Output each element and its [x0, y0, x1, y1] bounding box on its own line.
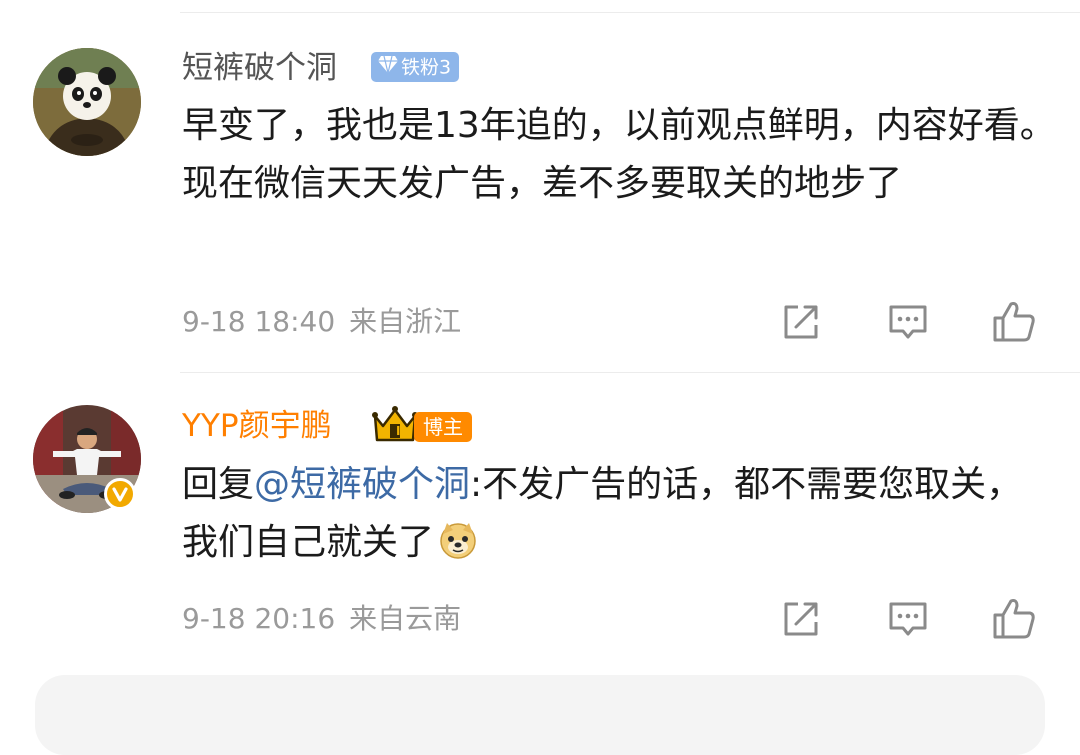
comment-date: 9-18 20:16 [182, 602, 336, 635]
sub-reply-box[interactable] [35, 675, 1045, 755]
username[interactable]: 短裤破个洞 [182, 48, 337, 88]
comment-icon [889, 602, 927, 636]
mention-link[interactable]: @短裤破个洞 [254, 464, 470, 505]
comment-location: 来自云南 [349, 602, 462, 635]
doge-emoji-icon [438, 520, 478, 578]
blogger-badge[interactable]: 博主 [414, 412, 472, 442]
comment-meta: 9-18 18:40 来自浙江 [182, 302, 461, 342]
share-icon [784, 305, 818, 339]
share-button[interactable] [779, 300, 823, 344]
like-button[interactable] [991, 595, 1035, 639]
panda-avatar-icon [33, 48, 141, 156]
top-divider [180, 12, 1080, 13]
avatar[interactable] [33, 48, 141, 156]
comment-date: 9-18 18:40 [182, 305, 336, 338]
like-button[interactable] [991, 298, 1035, 342]
comment-location: 来自浙江 [349, 305, 462, 338]
diamond-icon [377, 53, 399, 83]
crown-level: II [396, 424, 405, 438]
crown-icon [371, 404, 419, 448]
fan-badge[interactable]: 铁粉3 [371, 52, 460, 83]
comment-meta: 9-18 20:16 来自云南 [182, 599, 461, 639]
comment-button[interactable] [886, 597, 930, 641]
comment-text: 回复@短裤破个洞:不发广告的话，都不需要您取关，我们自己就关了 [182, 456, 1057, 578]
fan-badge-label: 铁粉3 [401, 56, 452, 79]
comment-button[interactable] [886, 300, 930, 344]
comment-icon [889, 305, 927, 339]
reply-prefix: 回复 [182, 464, 255, 505]
like-icon [993, 599, 1035, 639]
share-icon [784, 602, 818, 636]
comment-divider [180, 372, 1080, 373]
verified-v-icon [104, 478, 136, 510]
like-icon [993, 302, 1035, 342]
username[interactable]: YYP颜宇鹏 [182, 406, 332, 446]
comment-text: 早变了，我也是13年追的，以前观点鲜明，内容好看。现在微信天天发广告，差不多要取… [182, 105, 1056, 204]
share-button[interactable] [779, 597, 823, 641]
